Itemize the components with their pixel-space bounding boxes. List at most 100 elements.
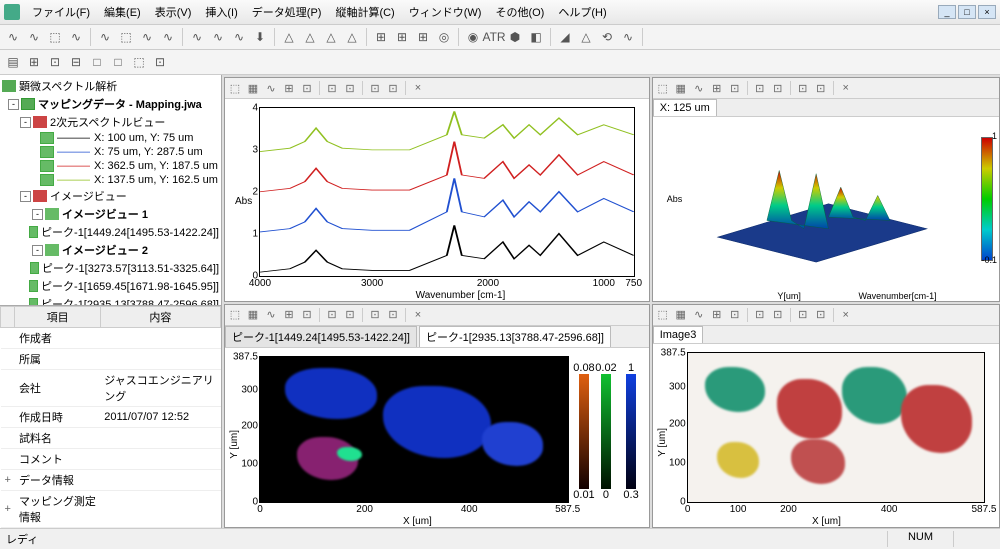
menu-data[interactable]: データ処理(P) xyxy=(246,2,328,22)
panel-toolbar-button[interactable]: ⊞ xyxy=(709,307,725,323)
minimize-button[interactable]: _ xyxy=(938,5,956,19)
toolbar-button[interactable]: ⊞ xyxy=(414,28,432,46)
panel-toolbar-button[interactable]: ⊡ xyxy=(795,80,811,96)
toolbar-button[interactable]: □ xyxy=(88,53,106,71)
panel-toolbar-button[interactable]: ⬚ xyxy=(227,307,243,323)
toolbar-button[interactable]: ⬚ xyxy=(130,53,148,71)
panel-toolbar-button[interactable]: ⊡ xyxy=(324,307,340,323)
toolbar-button[interactable]: △ xyxy=(577,28,595,46)
toolbar-button[interactable]: ⬚ xyxy=(46,28,64,46)
panel-toolbar-button[interactable]: ⬚ xyxy=(655,80,671,96)
toolbar-button[interactable]: ∿ xyxy=(4,28,22,46)
panel-toolbar-button[interactable]: ⊡ xyxy=(770,307,786,323)
toolbar-button[interactable]: ∿ xyxy=(230,28,248,46)
panel-toolbar-button[interactable]: ⊡ xyxy=(727,307,743,323)
toolbar-button[interactable]: ◉ xyxy=(464,28,482,46)
tree-peak-item[interactable]: ピーク-1[2935.13[3788.47-2596.68]] xyxy=(41,296,219,305)
panel-toolbar-button[interactable]: × xyxy=(410,80,426,96)
surface3d-plot[interactable] xyxy=(693,137,939,271)
toolbar-button[interactable]: ◧ xyxy=(527,28,545,46)
tree-peak-item[interactable]: ピーク-1[1659.45[1671.98-1645.95]] xyxy=(41,278,219,294)
tree-imgview1[interactable]: イメージビュー 1 xyxy=(62,206,148,222)
toolbar-button[interactable]: ∿ xyxy=(159,28,177,46)
panel-toolbar-button[interactable]: ▦ xyxy=(673,307,689,323)
panel-toolbar-button[interactable]: ⊡ xyxy=(727,80,743,96)
menu-edit[interactable]: 編集(E) xyxy=(98,2,147,22)
tree-spectrum-item[interactable]: X: 362.5 um, Y: 187.5 um xyxy=(94,160,218,172)
panel-toolbar-button[interactable]: ⊡ xyxy=(385,80,401,96)
panel-toolbar-button[interactable]: × xyxy=(838,307,854,323)
panel-toolbar-button[interactable]: ⊡ xyxy=(367,307,383,323)
toolbar-button[interactable]: △ xyxy=(343,28,361,46)
tab-peak1[interactable]: ピーク-1[1449.24[1495.53-1422.24]] xyxy=(225,326,417,347)
close-button[interactable]: × xyxy=(978,5,996,19)
panel-toolbar-button[interactable]: ⊡ xyxy=(752,80,768,96)
expand-toggle[interactable]: + xyxy=(1,491,15,528)
toolbar-button[interactable]: ⊡ xyxy=(46,53,64,71)
panel-toolbar-button[interactable]: ⊡ xyxy=(324,80,340,96)
toolbar-button[interactable]: ⬇ xyxy=(251,28,269,46)
restore-button[interactable]: □ xyxy=(958,5,976,19)
spectra-plot[interactable]: 4 3 2 1 0 4000 3000 2000 1000 750 xyxy=(259,107,635,277)
tab-x125[interactable]: X: 125 um xyxy=(653,99,717,116)
expand-toggle[interactable]: - xyxy=(20,191,31,202)
toolbar-button[interactable]: ⊟ xyxy=(67,53,85,71)
panel-toolbar-button[interactable]: ⊡ xyxy=(367,80,383,96)
toolbar-button[interactable]: △ xyxy=(322,28,340,46)
toolbar-button[interactable]: ∿ xyxy=(96,28,114,46)
toolbar-button[interactable]: ∿ xyxy=(25,28,43,46)
panel-toolbar-button[interactable]: ⬚ xyxy=(227,80,243,96)
panel-toolbar-button[interactable]: ▦ xyxy=(245,307,261,323)
panel-toolbar-button[interactable]: ⊡ xyxy=(385,307,401,323)
panel-toolbar-button[interactable]: ▦ xyxy=(673,80,689,96)
toolbar-button[interactable]: ⬢ xyxy=(506,28,524,46)
panel-toolbar-button[interactable]: × xyxy=(838,80,854,96)
tree-root[interactable]: 顕微スペクトル解析 xyxy=(19,78,117,94)
toolbar-button[interactable]: ⊞ xyxy=(393,28,411,46)
toolbar-button[interactable]: ⊞ xyxy=(372,28,390,46)
data-tree[interactable]: 顕微スペクトル解析 -マッピングデータ - Mapping.jwa -2次元スペ… xyxy=(0,75,221,305)
panel-toolbar-button[interactable]: ⊞ xyxy=(281,307,297,323)
toolbar-button[interactable]: ⟲ xyxy=(598,28,616,46)
toolbar-button[interactable]: ∿ xyxy=(209,28,227,46)
menu-other[interactable]: その他(O) xyxy=(489,2,550,22)
menu-file[interactable]: ファイル(F) xyxy=(26,2,96,22)
tab-image3[interactable]: Image3 xyxy=(653,326,704,343)
toolbar-button[interactable]: ∿ xyxy=(67,28,85,46)
toolbar-button[interactable]: △ xyxy=(301,28,319,46)
menu-view[interactable]: 表示(V) xyxy=(149,2,198,22)
toolbar-button[interactable]: ◢ xyxy=(556,28,574,46)
tree-spectrum-item[interactable]: X: 75 um, Y: 287.5 um xyxy=(94,146,203,158)
panel-toolbar-button[interactable]: ∿ xyxy=(691,307,707,323)
panel-toolbar-button[interactable]: ⊡ xyxy=(813,80,829,96)
peak-map-plot[interactable]: 387.5 300 200 100 0 0 200 400 587.5 xyxy=(259,356,569,504)
toolbar-button[interactable]: □ xyxy=(109,53,127,71)
panel-toolbar-button[interactable]: ⊞ xyxy=(709,80,725,96)
toolbar-button[interactable]: ∿ xyxy=(188,28,206,46)
expand-toggle[interactable]: - xyxy=(20,117,31,128)
tree-spectrum-item[interactable]: X: 137.5 um, Y: 162.5 um xyxy=(94,174,218,186)
panel-toolbar-button[interactable]: ▦ xyxy=(245,80,261,96)
expand-toggle[interactable]: - xyxy=(8,99,19,110)
panel-toolbar-button[interactable]: ⊞ xyxy=(281,80,297,96)
toolbar-button[interactable]: ▤ xyxy=(4,53,22,71)
optical-image-plot[interactable]: 387.5 300 200 100 0 0 100 200 400 587.5 xyxy=(687,352,985,504)
tree-2d-view[interactable]: 2次元スペクトルビュー xyxy=(50,114,165,130)
toolbar-button[interactable]: ∿ xyxy=(138,28,156,46)
menu-help[interactable]: ヘルプ(H) xyxy=(552,2,612,22)
toolbar-button[interactable]: ATR xyxy=(485,28,503,46)
panel-toolbar-button[interactable]: ⊡ xyxy=(299,307,315,323)
tree-spectrum-item[interactable]: X: 100 um, Y: 75 um xyxy=(94,132,193,144)
expand-toggle[interactable]: + xyxy=(1,470,15,491)
expand-toggle[interactable]: - xyxy=(32,209,43,220)
tree-document[interactable]: マッピングデータ - Mapping.jwa xyxy=(38,96,202,112)
toolbar-button[interactable]: ◎ xyxy=(435,28,453,46)
panel-toolbar-button[interactable]: ⊡ xyxy=(342,80,358,96)
tab-peak2[interactable]: ピーク-1[2935.13[3788.47-2596.68]] xyxy=(419,326,611,347)
tree-imgview2[interactable]: イメージビュー 2 xyxy=(62,242,148,258)
toolbar-button[interactable]: ⊞ xyxy=(25,53,43,71)
panel-toolbar-button[interactable]: ⊡ xyxy=(342,307,358,323)
menu-axis[interactable]: 縦軸計算(C) xyxy=(329,2,400,22)
menu-insert[interactable]: 挿入(I) xyxy=(199,2,243,22)
panel-toolbar-button[interactable]: ∿ xyxy=(263,80,279,96)
